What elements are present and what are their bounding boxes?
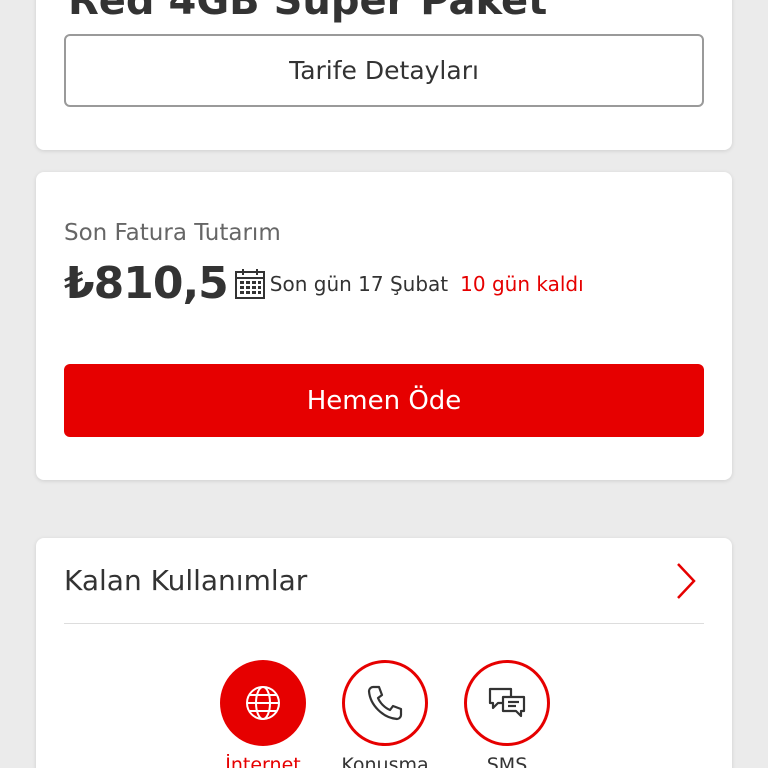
bill-amount: ₺810,5 xyxy=(64,258,229,309)
tab-calls[interactable]: Konuşma xyxy=(341,660,429,768)
pay-now-button[interactable]: Hemen Öde xyxy=(64,364,704,437)
calls-circle[interactable] xyxy=(342,660,428,746)
usage-title: Kalan Kullanımlar xyxy=(64,564,308,597)
calendar-icon xyxy=(234,268,266,300)
tab-sms[interactable]: SMS xyxy=(463,660,551,768)
due-date: Son gün 17 Şubat xyxy=(269,271,449,296)
app-screen: Red 4GB Süper Paket Tarife Detayları Son… xyxy=(0,0,768,768)
days-left: 10 gün kaldı xyxy=(460,271,584,296)
usage-tabs: İnternet Konuşma SMS xyxy=(219,660,551,768)
globe-icon xyxy=(246,686,280,720)
tab-label: Konuşma xyxy=(341,754,429,768)
phone-icon xyxy=(367,685,403,721)
tab-label: İnternet xyxy=(225,754,301,768)
tariff-card: Red 4GB Süper Paket Tarife Detayları xyxy=(36,0,732,150)
bill-label: Son Fatura Tutarım xyxy=(64,220,281,246)
bill-card: Son Fatura Tutarım ₺810,5 Son gün 17 Şub… xyxy=(36,172,732,480)
sms-circle[interactable] xyxy=(464,660,550,746)
internet-circle[interactable] xyxy=(220,660,306,746)
chevron-right-icon[interactable] xyxy=(674,561,698,601)
usage-header[interactable]: Kalan Kullanımlar xyxy=(64,538,704,624)
tab-internet[interactable]: İnternet xyxy=(219,660,307,768)
usage-card: Kalan Kullanımlar İnternet Konuşma SMS xyxy=(36,538,732,768)
tariff-details-button[interactable]: Tarife Detayları xyxy=(64,34,704,107)
bill-summary: ₺810,5 Son gün 17 Şubat 10 gün kaldı xyxy=(64,258,584,309)
tab-label: SMS xyxy=(486,754,528,768)
chat-icon xyxy=(488,687,526,718)
tariff-title: Red 4GB Süper Paket xyxy=(68,0,548,24)
